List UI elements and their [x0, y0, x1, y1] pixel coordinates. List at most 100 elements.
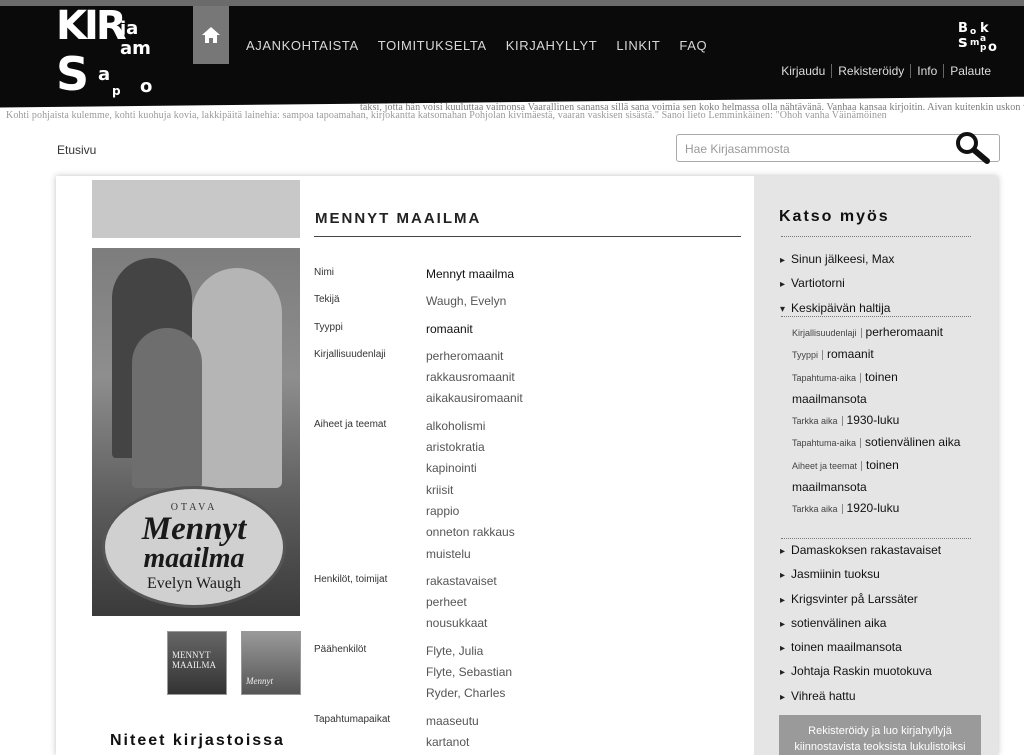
dotted-divider — [781, 236, 971, 237]
expanded-value[interactable]: 1920-luku — [847, 501, 900, 515]
see-also-item[interactable]: Sinun jälkeesi, Max — [780, 248, 894, 272]
expanded-detail: Kirjallisuudenlaji perheromaanit — [792, 322, 972, 344]
home-button[interactable] — [193, 6, 229, 64]
expanded-value[interactable]: 1930-luku — [847, 413, 900, 427]
home-icon — [202, 27, 220, 43]
detail-values: Flyte, Julia Flyte, Sebastian Ryder, Charl… — [426, 641, 512, 705]
see-also-item[interactable]: Jasmiinin tuoksu — [780, 563, 941, 587]
expanded-detail: Tarkka aika 1920-luku — [792, 498, 972, 520]
search-input[interactable] — [683, 139, 947, 159]
detail-value-link[interactable]: muistelu — [426, 544, 515, 565]
detail-label: Päähenkilöt — [314, 643, 367, 655]
detail-value-link[interactable]: nousukkaat — [426, 613, 497, 634]
expanded-detail: Tapahtuma-aika sotienvälinen aika — [792, 432, 972, 454]
see-also-item[interactable]: Vihreä hattu — [780, 685, 941, 709]
expanded-key: Tapahtuma-aika — [792, 372, 862, 383]
nav-linkit[interactable]: LINKIT — [616, 38, 660, 53]
detail-value-link[interactable]: Waugh, Evelyn — [426, 291, 506, 312]
see-also-item[interactable]: Keskipäivän haltija — [780, 297, 894, 321]
detail-row: Kirjallisuudenlaji perheromaanit rakkausro… — [314, 346, 744, 410]
see-also-item[interactable]: Johtaja Raskin muotokuva — [780, 660, 941, 684]
expanded-value[interactable]: sotienvälinen aika — [865, 435, 960, 449]
detail-label: Tekijä — [314, 294, 340, 306]
detail-values: Waugh, Evelyn — [426, 291, 506, 312]
detail-values: maaseutu kartanot — [426, 711, 479, 754]
register-cta-button[interactable]: Rekisteröidy ja luo kirjahyllyjä kiinnos… — [779, 715, 981, 755]
nav-kirjahyllyt[interactable]: KIRJAHYLLYT — [506, 38, 598, 53]
cover-thumbnail[interactable]: MENNYT MAAILMA — [167, 631, 227, 695]
detail-value-link[interactable]: perheet — [426, 592, 497, 613]
nav-toimitukselta[interactable]: TOIMITUKSELTA — [378, 38, 487, 53]
expanded-key: Tarkka aika — [792, 504, 843, 515]
register-link[interactable]: Rekisteröidy — [831, 64, 910, 78]
brand-letter: o — [988, 40, 997, 55]
see-also-item[interactable]: Damaskoksen rakastavaiset — [780, 539, 941, 563]
detail-values: alkoholismi aristokratia kapinointi kriisit… — [426, 416, 515, 565]
expanded-details: Kirjallisuudenlaji perheromaanit Tyyppi rom… — [792, 322, 972, 521]
expanded-key: Tyyppi — [792, 350, 824, 361]
nav-ajankohtaista[interactable]: AJANKOHTAISTA — [246, 38, 359, 53]
detail-value-link[interactable]: kartanot — [426, 732, 479, 753]
detail-value-link[interactable]: onneton rakkaus — [426, 522, 515, 543]
sidebar-title: Katso myös — [779, 208, 890, 225]
brand-letter: s — [958, 32, 968, 51]
detail-value-link[interactable]: romaanit — [426, 319, 473, 340]
expanded-key: Aiheet ja teemat — [792, 460, 863, 471]
site-logo[interactable]: KIR ja S am a p o — [56, 6, 170, 102]
search-icon[interactable] — [953, 129, 993, 165]
cover-author: Evelyn Waugh — [147, 574, 241, 592]
expanded-detail: Tyyppi romaanit — [792, 344, 972, 366]
detail-value-link[interactable]: alkoholismi — [426, 416, 515, 437]
detail-label: Kirjallisuudenlaji — [314, 348, 386, 360]
detail-value-link[interactable]: Flyte, Julia — [426, 641, 512, 662]
detail-row: Henkilöt, toimijat rakastavaiset perheet no… — [314, 571, 744, 635]
logo-letters: p — [112, 84, 121, 98]
ribbon-line: Kohti pohjaista kulemme, kohti kuohuja k… — [6, 110, 887, 121]
see-also-item[interactable]: Krigsvinter på Larssäter — [780, 588, 941, 612]
account-links: Kirjaudu Rekisteröidy Info Palaute — [775, 64, 997, 78]
see-also-item[interactable]: Vartiotorni — [780, 272, 894, 296]
detail-value-link[interactable]: maaseutu — [426, 711, 479, 732]
detail-value-link[interactable]: aikakausiromaanit — [426, 388, 523, 409]
info-link[interactable]: Info — [910, 64, 943, 78]
detail-value-link[interactable]: perheromaanit — [426, 346, 523, 367]
cover-figure — [132, 328, 202, 488]
detail-value-link[interactable]: Mennyt maailma — [426, 264, 514, 285]
nav-faq[interactable]: FAQ — [679, 38, 707, 53]
detail-value-link[interactable]: kriisit — [426, 480, 515, 501]
search-box — [676, 132, 1000, 164]
logo-letters: o — [140, 76, 153, 97]
expanded-detail: Tarkka aika 1930-luku — [792, 410, 972, 432]
book-cover[interactable]: OTAVA Mennyt maailma Evelyn Waugh — [92, 248, 300, 616]
expanded-detail: Aiheet ja teemat toinen maailmansota — [792, 455, 972, 499]
detail-label: Aiheet ja teemat — [314, 418, 387, 430]
detail-value-link[interactable]: kapinointi — [426, 458, 515, 479]
see-also-item[interactable]: toinen maailmansota — [780, 636, 941, 660]
detail-value-link[interactable]: rappio — [426, 501, 515, 522]
expanded-key: Kirjallisuudenlaji — [792, 328, 862, 338]
cover-title-oval: OTAVA Mennyt maailma Evelyn Waugh — [102, 486, 286, 608]
main-nav: AJANKOHTAISTA TOIMITUKSELTA KIRJAHYLLYT … — [246, 38, 707, 53]
see-also-item[interactable]: sotienvälinen aika — [780, 612, 941, 636]
cover-thumbnail[interactable]: Mennyt — [241, 631, 301, 695]
title-divider — [314, 236, 741, 237]
booksampo-logo[interactable]: B o k a s m p o — [958, 22, 998, 58]
detail-label: Tyyppi — [314, 321, 343, 333]
expanded-value[interactable]: perheromaanit — [866, 325, 943, 339]
detail-row: Aiheet ja teemat alkoholismi aristokratia k… — [314, 416, 744, 565]
breadcrumb[interactable]: Etusivu — [57, 143, 96, 157]
feedback-link[interactable]: Palaute — [943, 64, 997, 78]
logo-letters: KIR — [56, 3, 127, 49]
detail-value-link[interactable]: Ryder, Charles — [426, 683, 512, 704]
login-link[interactable]: Kirjaudu — [775, 64, 831, 78]
logo-letters: am — [120, 38, 151, 59]
page-title: MENNYT MAAILMA — [315, 210, 482, 227]
detail-value-link[interactable]: Flyte, Sebastian — [426, 662, 512, 683]
detail-value-link[interactable]: rakastavaiset — [426, 571, 497, 592]
detail-value-link[interactable]: rakkausromaanit — [426, 367, 523, 388]
expanded-value[interactable]: romaanit — [827, 347, 874, 361]
cover-title: Mennyt — [141, 510, 247, 547]
detail-value-link[interactable]: aristokratia — [426, 437, 515, 458]
cover-figure — [192, 268, 282, 488]
logo-letters: ja — [120, 18, 139, 39]
